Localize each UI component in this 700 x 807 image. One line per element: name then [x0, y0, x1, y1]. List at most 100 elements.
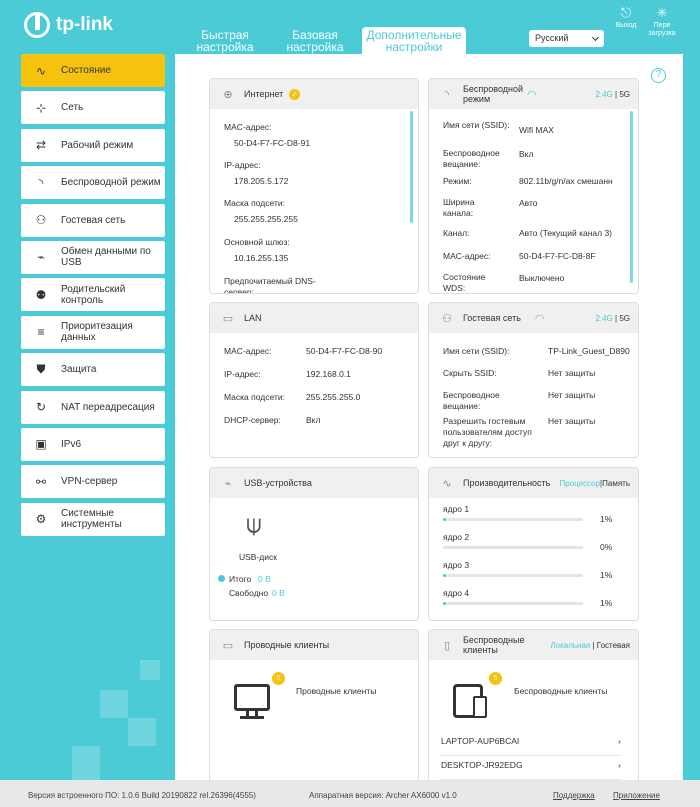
desktop-base: [240, 716, 264, 719]
internet-card: ⊕ Интернет ✓ MAC-адрес: 50-D4-F7-FC-D8-9…: [209, 78, 419, 294]
internet-ip-value: 178.205.5.172: [234, 176, 289, 186]
lan-port-icon: ▭: [222, 312, 234, 325]
internet-scrollbar[interactable]: [410, 111, 413, 223]
wireless-icon: ◝: [444, 88, 450, 101]
sidebar-item-label: Состояние: [61, 65, 111, 76]
reboot-button[interactable]: ✳ Пере загрузка: [645, 6, 679, 38]
language-select[interactable]: Русский: [529, 30, 604, 47]
core-label: ядро 4: [443, 588, 470, 598]
tab-advanced[interactable]: Дополнительные настройки: [362, 27, 466, 54]
sidebar-item-nat[interactable]: ↻ NAT переадресация: [21, 390, 165, 424]
phone-icon: [473, 696, 487, 718]
globe-icon: ⊕: [223, 88, 233, 101]
lan-mac-value: 50-D4-F7-FC-D8-90: [306, 346, 383, 356]
usb-free-label: Свободно: [229, 588, 269, 598]
guest-broadcast-label: Беспроводное вещание:: [443, 390, 500, 411]
client-row[interactable]: DESKTOP-JR92EDG ›: [441, 760, 621, 780]
support-link[interactable]: Поддержка: [553, 791, 595, 800]
tab-memory[interactable]: Память: [602, 479, 630, 488]
client-name: DESKTOP-JR92EDG: [441, 760, 523, 770]
band-24g[interactable]: 2.4G: [595, 90, 612, 99]
tab-basic[interactable]: Базовая настройка: [270, 27, 360, 54]
lan-card-header: ▭ LAN: [210, 303, 418, 333]
sidebar-item-mode[interactable]: ⇄ Рабочий режим: [21, 128, 165, 162]
internet-mac-value: 50-D4-F7-FC-D8-91: [234, 138, 311, 148]
usb-icon: ⌁: [37, 250, 45, 265]
network-icon: ⊹: [35, 100, 47, 115]
nat-icon: ↻: [35, 400, 47, 415]
logout-button[interactable]: ⎋ Выход: [612, 6, 640, 30]
brand-name: tp-link: [56, 14, 113, 35]
core-value: 1%: [600, 598, 613, 608]
sidebar-item-wireless[interactable]: ◝ Беспроводной режим: [21, 166, 165, 200]
usb-free-value: 0 В: [272, 588, 285, 598]
logout-icon: ⎋: [620, 5, 632, 20]
mode-icon: ⇄: [35, 138, 47, 153]
band-24g[interactable]: 2.4G: [595, 314, 612, 323]
sidebar-item-qos[interactable]: ≡ Приоритезация данных: [21, 315, 165, 349]
band-5g[interactable]: 5G: [619, 90, 630, 99]
tab-cpu[interactable]: Процессор: [559, 479, 600, 488]
sidebar-item-status[interactable]: ∿ Состояние: [21, 54, 165, 87]
core-bar: [443, 518, 583, 521]
wireless-channel-label: Канал:: [443, 228, 470, 238]
core-bar-fill: [443, 602, 446, 605]
wireless-card: ◝ Беспроводной режим ◠ 2.4G | 5G Имя сет…: [428, 78, 639, 294]
performance-tabs: Процессор|Память: [559, 479, 630, 488]
top-tabs: Быстрая настройка Базовая настройка Допо…: [180, 27, 466, 54]
help-icon[interactable]: ?: [651, 68, 666, 83]
chevron-right-icon: ›: [618, 736, 621, 746]
wireless-card-header: ◝ Беспроводной режим ◠ 2.4G | 5G: [429, 79, 638, 109]
tab-local[interactable]: Локальная: [550, 641, 590, 650]
logo: tp-link: [24, 12, 113, 38]
client-name: LAPTOP-AUP6BCAI: [441, 736, 520, 746]
guest-card: ⚇ Гостевая сеть ◠ 2.4G | 5G Имя сети (SS…: [428, 302, 639, 458]
sidebar-item-label: Рабочий режим: [61, 139, 134, 151]
sidebar-item-tools[interactable]: ⚙ Системные инструменты: [21, 502, 165, 536]
decor-block: [72, 746, 100, 780]
performance-card: ∿ Производительность Процессор|Память яд…: [428, 467, 639, 621]
qos-icon: ≡: [37, 325, 45, 340]
sidebar-item-vpn[interactable]: ⚯ VPN-сервер: [21, 465, 165, 499]
wireless-mode-label: Режим:: [443, 176, 472, 186]
lan-dhcp-label: DHCP-сервер:: [224, 415, 281, 425]
decor-block: [100, 690, 128, 718]
guest-broadcast-value: Нет защиты: [548, 390, 596, 400]
sidebar-item-guest[interactable]: ⚇ Гостевая сеть: [21, 203, 165, 237]
sidebar-item-security[interactable]: ⛊ Защита: [21, 353, 165, 387]
core-label: ядро 2: [443, 532, 470, 542]
wireless-mac-value: 50-D4-F7-FC-D8-8F: [519, 251, 596, 261]
sidebar-item-usb[interactable]: ⌁ Обмен данными по USB: [21, 240, 165, 274]
app-link[interactable]: Приложение: [613, 791, 660, 800]
shield-icon: ⛊: [36, 362, 46, 377]
usb-card: ⌁ USB-устройства ⍦ USB-диск Итого 0 В Св…: [209, 467, 419, 621]
wifi-icon: ◠: [527, 88, 537, 101]
usb-title: USB-устройства: [244, 478, 312, 488]
decor-block: [128, 718, 156, 746]
sidebar-item-network[interactable]: ⊹ Сеть: [21, 91, 165, 125]
wireless-scrollbar[interactable]: [630, 111, 633, 283]
usb-drive-icon: ⍦: [246, 509, 262, 539]
wired-clients-label: Проводные клиенты: [296, 686, 377, 696]
sidebar-item-parental[interactable]: ⚉ Родительский контроль: [21, 278, 165, 312]
wireless-icon: ◝: [38, 175, 44, 190]
core-bar-fill: [443, 518, 446, 521]
band-5g[interactable]: 5G: [619, 314, 630, 323]
client-row[interactable]: LAPTOP-AUP6BCAI ›: [441, 736, 621, 756]
tab-quick-setup[interactable]: Быстрая настройка: [180, 27, 270, 54]
tab-guest[interactable]: Гостевая: [597, 641, 630, 650]
lan-mask-label: Маска подсети:: [224, 392, 285, 402]
tplink-logo-icon: [24, 12, 50, 38]
wireless-ssid-label: Имя сети (SSID):: [443, 120, 510, 130]
lan-mac-label: MAC-адрес:: [224, 346, 272, 356]
sidebar-item-ipv6[interactable]: ▣ IPv6: [21, 427, 165, 461]
wifi-icon: ◠: [534, 312, 545, 325]
guest-isolation-value: Нет защиты: [548, 416, 596, 426]
performance-title: Производительность: [463, 478, 551, 488]
core-bar: [443, 546, 583, 549]
lan-ip-label: IP-адрес:: [224, 369, 261, 379]
lan-mask-value: 255.255.255.0: [306, 392, 361, 402]
lan-title: LAN: [244, 313, 262, 323]
footer: Версия встроенного ПО: 1.0.6 Build 20190…: [0, 780, 700, 807]
wireless-mode-value: 802.11b/g/n/ax смешанн: [519, 176, 613, 186]
